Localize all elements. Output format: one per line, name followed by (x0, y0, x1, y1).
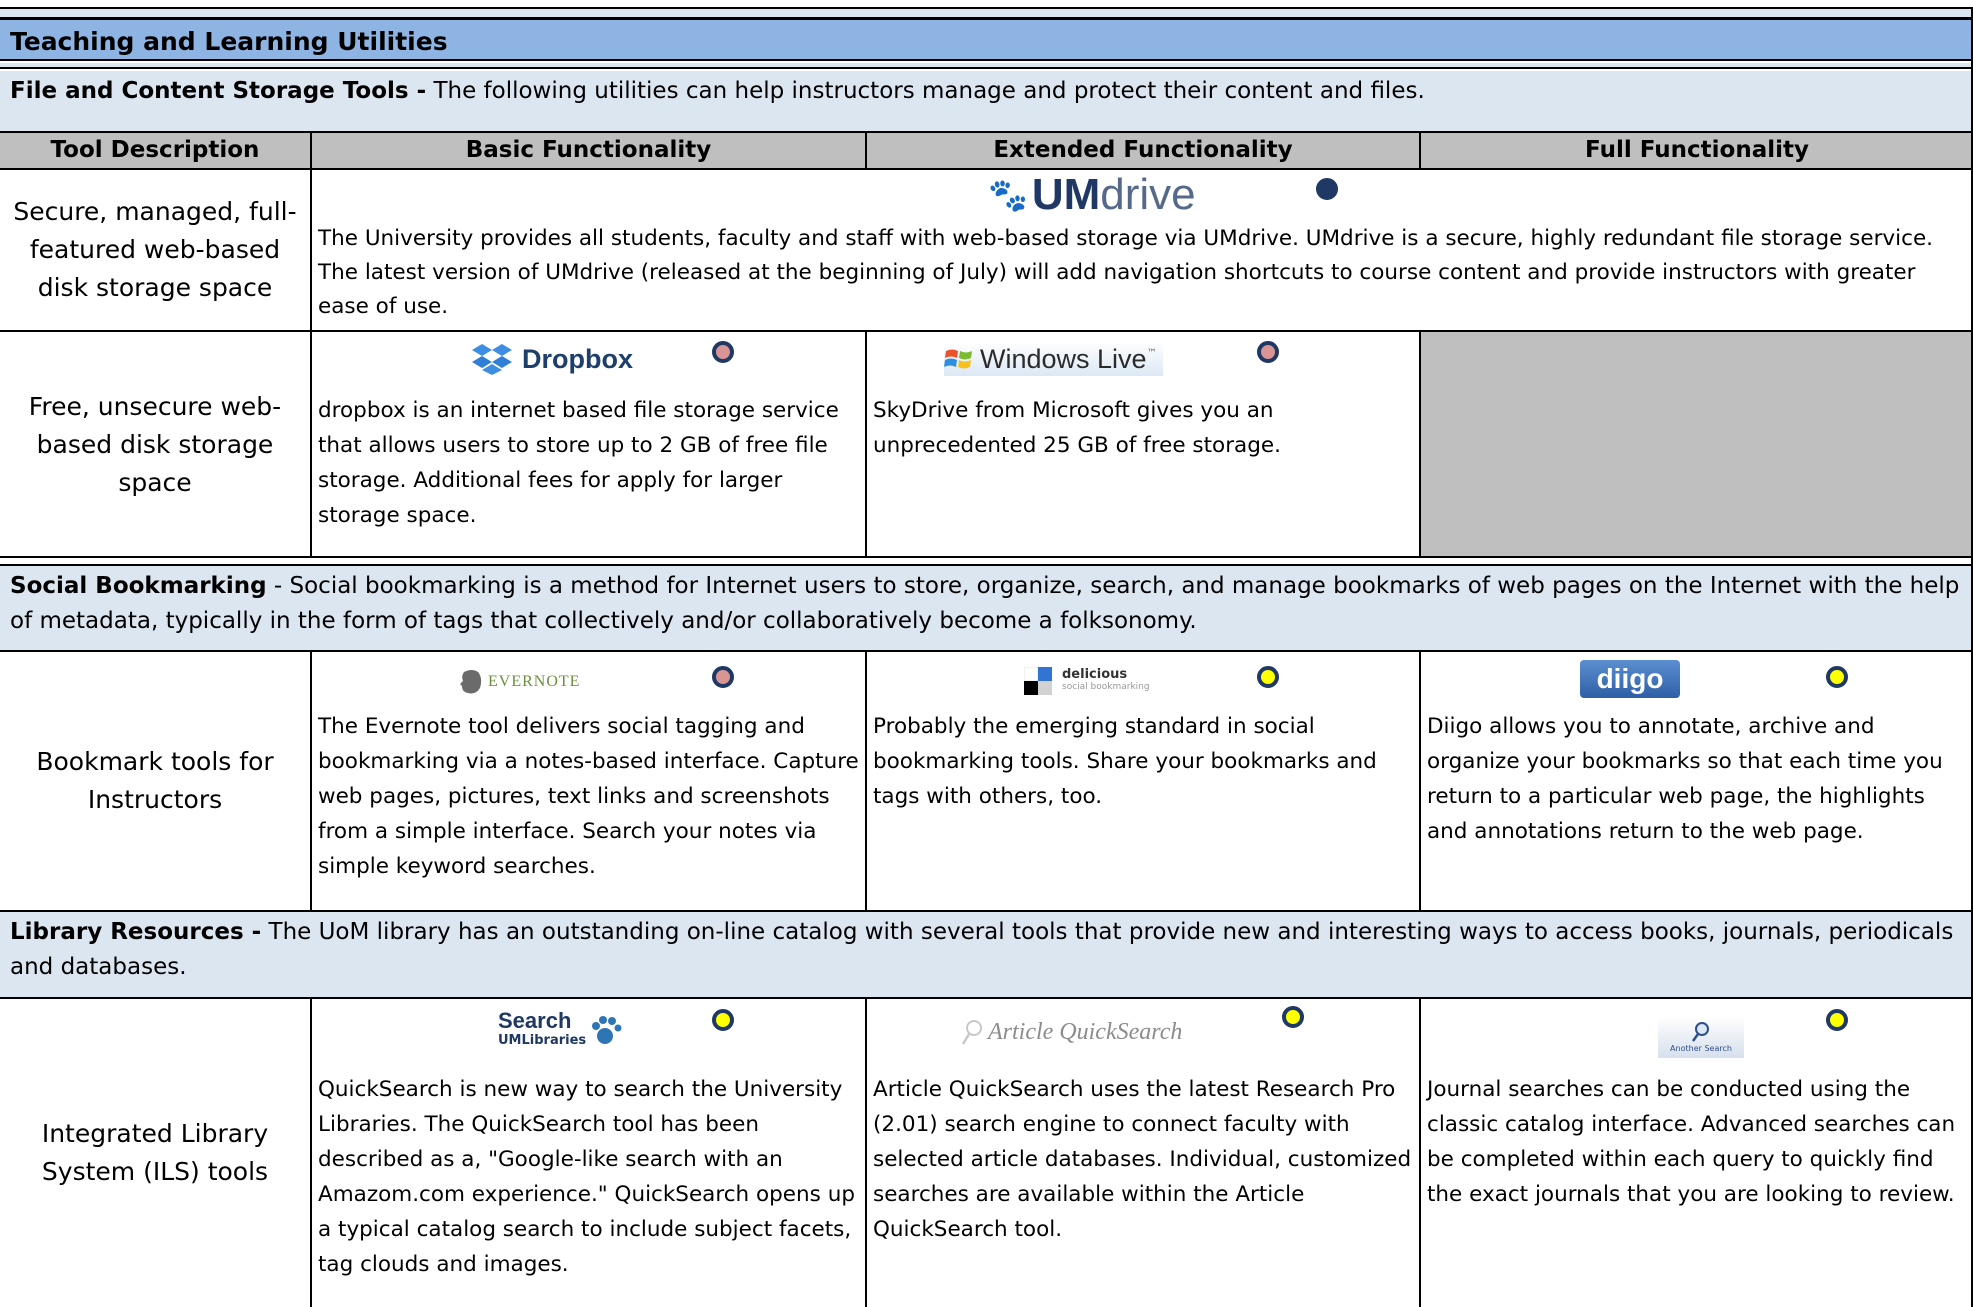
section-heading: Library Resources - (10, 919, 262, 945)
windows-live-logo: Windows Live ™ (944, 342, 1163, 376)
paw-icon (592, 1016, 622, 1044)
rating-dot-quicksearch (712, 1009, 734, 1031)
grid-line (865, 330, 867, 557)
cell-delicious-text: Probably the emerging standard in social… (873, 714, 1377, 809)
section-heading: Social Bookmarking (10, 573, 267, 599)
section-file-storage: File and Content Storage Tools - The fol… (0, 71, 1973, 131)
rating-dot-article-quicksearch (1282, 1006, 1304, 1028)
article-quicksearch-wordmark: Article QuickSearch (988, 1018, 1183, 1045)
grid-line (0, 168, 1973, 170)
cell-dropbox-text: dropbox is an internet based file storag… (318, 398, 839, 528)
windows-live-wordmark: Windows Live (980, 343, 1147, 374)
cell-empty-full (1421, 332, 1973, 558)
grid-line (0, 330, 1973, 332)
windows-flag-icon (944, 349, 972, 369)
delicious-wordmark: delicious (1062, 667, 1128, 682)
rating-dot-windows-live (1257, 341, 1279, 363)
umlibraries-subtitle: UMLibraries (498, 1033, 587, 1048)
rating-dot-diigo (1826, 666, 1848, 688)
cell-quicksearch-text: QuickSearch is new way to search the Uni… (318, 1077, 855, 1277)
cell-diigo-text: Diigo allows you to annotate, archive an… (1427, 714, 1943, 844)
cell-skydrive-text: SkyDrive from Microsoft gives you an unp… (873, 398, 1281, 458)
page-title: Teaching and Learning Utilities (0, 17, 1973, 61)
cell-umdrive-text: The University provides all students, fa… (318, 226, 1934, 319)
another-search-label: Another Search (1670, 1044, 1732, 1053)
grid-line (1419, 997, 1421, 1307)
diigo-logo: diigo (1580, 660, 1680, 698)
section-text: The UoM library has an outstanding on-li… (10, 919, 1954, 980)
umdrive-logo: 🐾 UM drive (988, 170, 1196, 220)
title-gap (0, 63, 1973, 69)
section-text: The following utilities can help instruc… (426, 78, 1425, 104)
rating-dot-dropbox (712, 341, 734, 363)
column-header-basic: Basic Functionality (312, 133, 865, 168)
grid-line (310, 650, 312, 911)
rating-dot-another-search (1826, 1009, 1848, 1031)
cell-another-search-text: Journal searches can be conducted using … (1427, 1077, 1956, 1207)
section-heading: File and Content Storage Tools - (10, 78, 427, 104)
delicious-subtitle: social bookmarking (1062, 682, 1150, 692)
grid-line (0, 997, 1973, 999)
column-header-tool-description: Tool Description (0, 133, 310, 168)
rating-dot-delicious (1257, 666, 1279, 688)
grid-line (865, 650, 867, 911)
rating-dot-umdrive (1316, 178, 1338, 200)
magnifier-icon (1691, 1022, 1709, 1042)
dropbox-wordmark: Dropbox (522, 343, 633, 374)
rating-dot-evernote (712, 666, 734, 688)
diigo-wordmark: diigo (1596, 663, 1664, 694)
paw-icon: 🐾 (988, 176, 1028, 214)
delicious-squares-icon (1024, 667, 1052, 695)
dropbox-icon (472, 344, 512, 375)
umdrive-drive: drive (1100, 170, 1196, 219)
umdrive-um: UM (1031, 170, 1101, 219)
row-desc-secure: Secure, managed, full-featured web-based… (13, 197, 297, 302)
section-separator (0, 556, 1973, 566)
row-desc-ils: Integrated Library System (ILS) tools (41, 1119, 269, 1186)
windows-tm: ™ (1146, 348, 1157, 359)
section-social-bookmarking: Social Bookmarking - Social bookmarking … (0, 566, 1973, 650)
grid-line (1419, 131, 1421, 170)
dropbox-logo: Dropbox (470, 340, 633, 378)
grid-line (865, 131, 867, 170)
search-wordmark: Search (498, 1008, 572, 1033)
evernote-elephant-icon (460, 670, 482, 694)
evernote-logo: EVERNOTE (458, 667, 580, 697)
delicious-logo: delicious social bookmarking (1024, 664, 1150, 698)
column-header-full: Full Functionality (1421, 133, 1973, 168)
column-header-extended: Extended Functionality (867, 133, 1419, 168)
grid-line (310, 131, 312, 557)
grid-line (1419, 650, 1421, 911)
grid-line (0, 910, 1973, 912)
section-library-resources: Library Resources - The UoM library has … (0, 912, 1973, 997)
grid-line (1419, 330, 1421, 557)
grid-line (310, 997, 312, 1307)
magnifier-icon (961, 1020, 982, 1045)
cell-article-quicksearch-text: Article QuickSearch uses the latest Rese… (873, 1077, 1412, 1242)
row-desc-bookmark: Bookmark tools for Instructors (36, 747, 274, 814)
cell-evernote-text: The Evernote tool delivers social taggin… (318, 714, 859, 879)
grid-line (0, 650, 1973, 652)
article-quicksearch-logo: Article QuickSearch (960, 1014, 1182, 1050)
grid-line (865, 997, 867, 1307)
search-umlibraries-logo: Search UMLibraries (498, 1006, 622, 1056)
row-desc-free: Free, unsecure web-based disk storage sp… (28, 392, 282, 497)
evernote-wordmark: EVERNOTE (488, 673, 581, 690)
spreadsheet: Teaching and Learning Utilities File and… (0, 0, 1973, 1307)
grid-line (0, 131, 1973, 133)
section-text: - Social bookmarking is a method for Int… (10, 573, 1960, 634)
another-search-logo: Another Search (1658, 1016, 1744, 1058)
